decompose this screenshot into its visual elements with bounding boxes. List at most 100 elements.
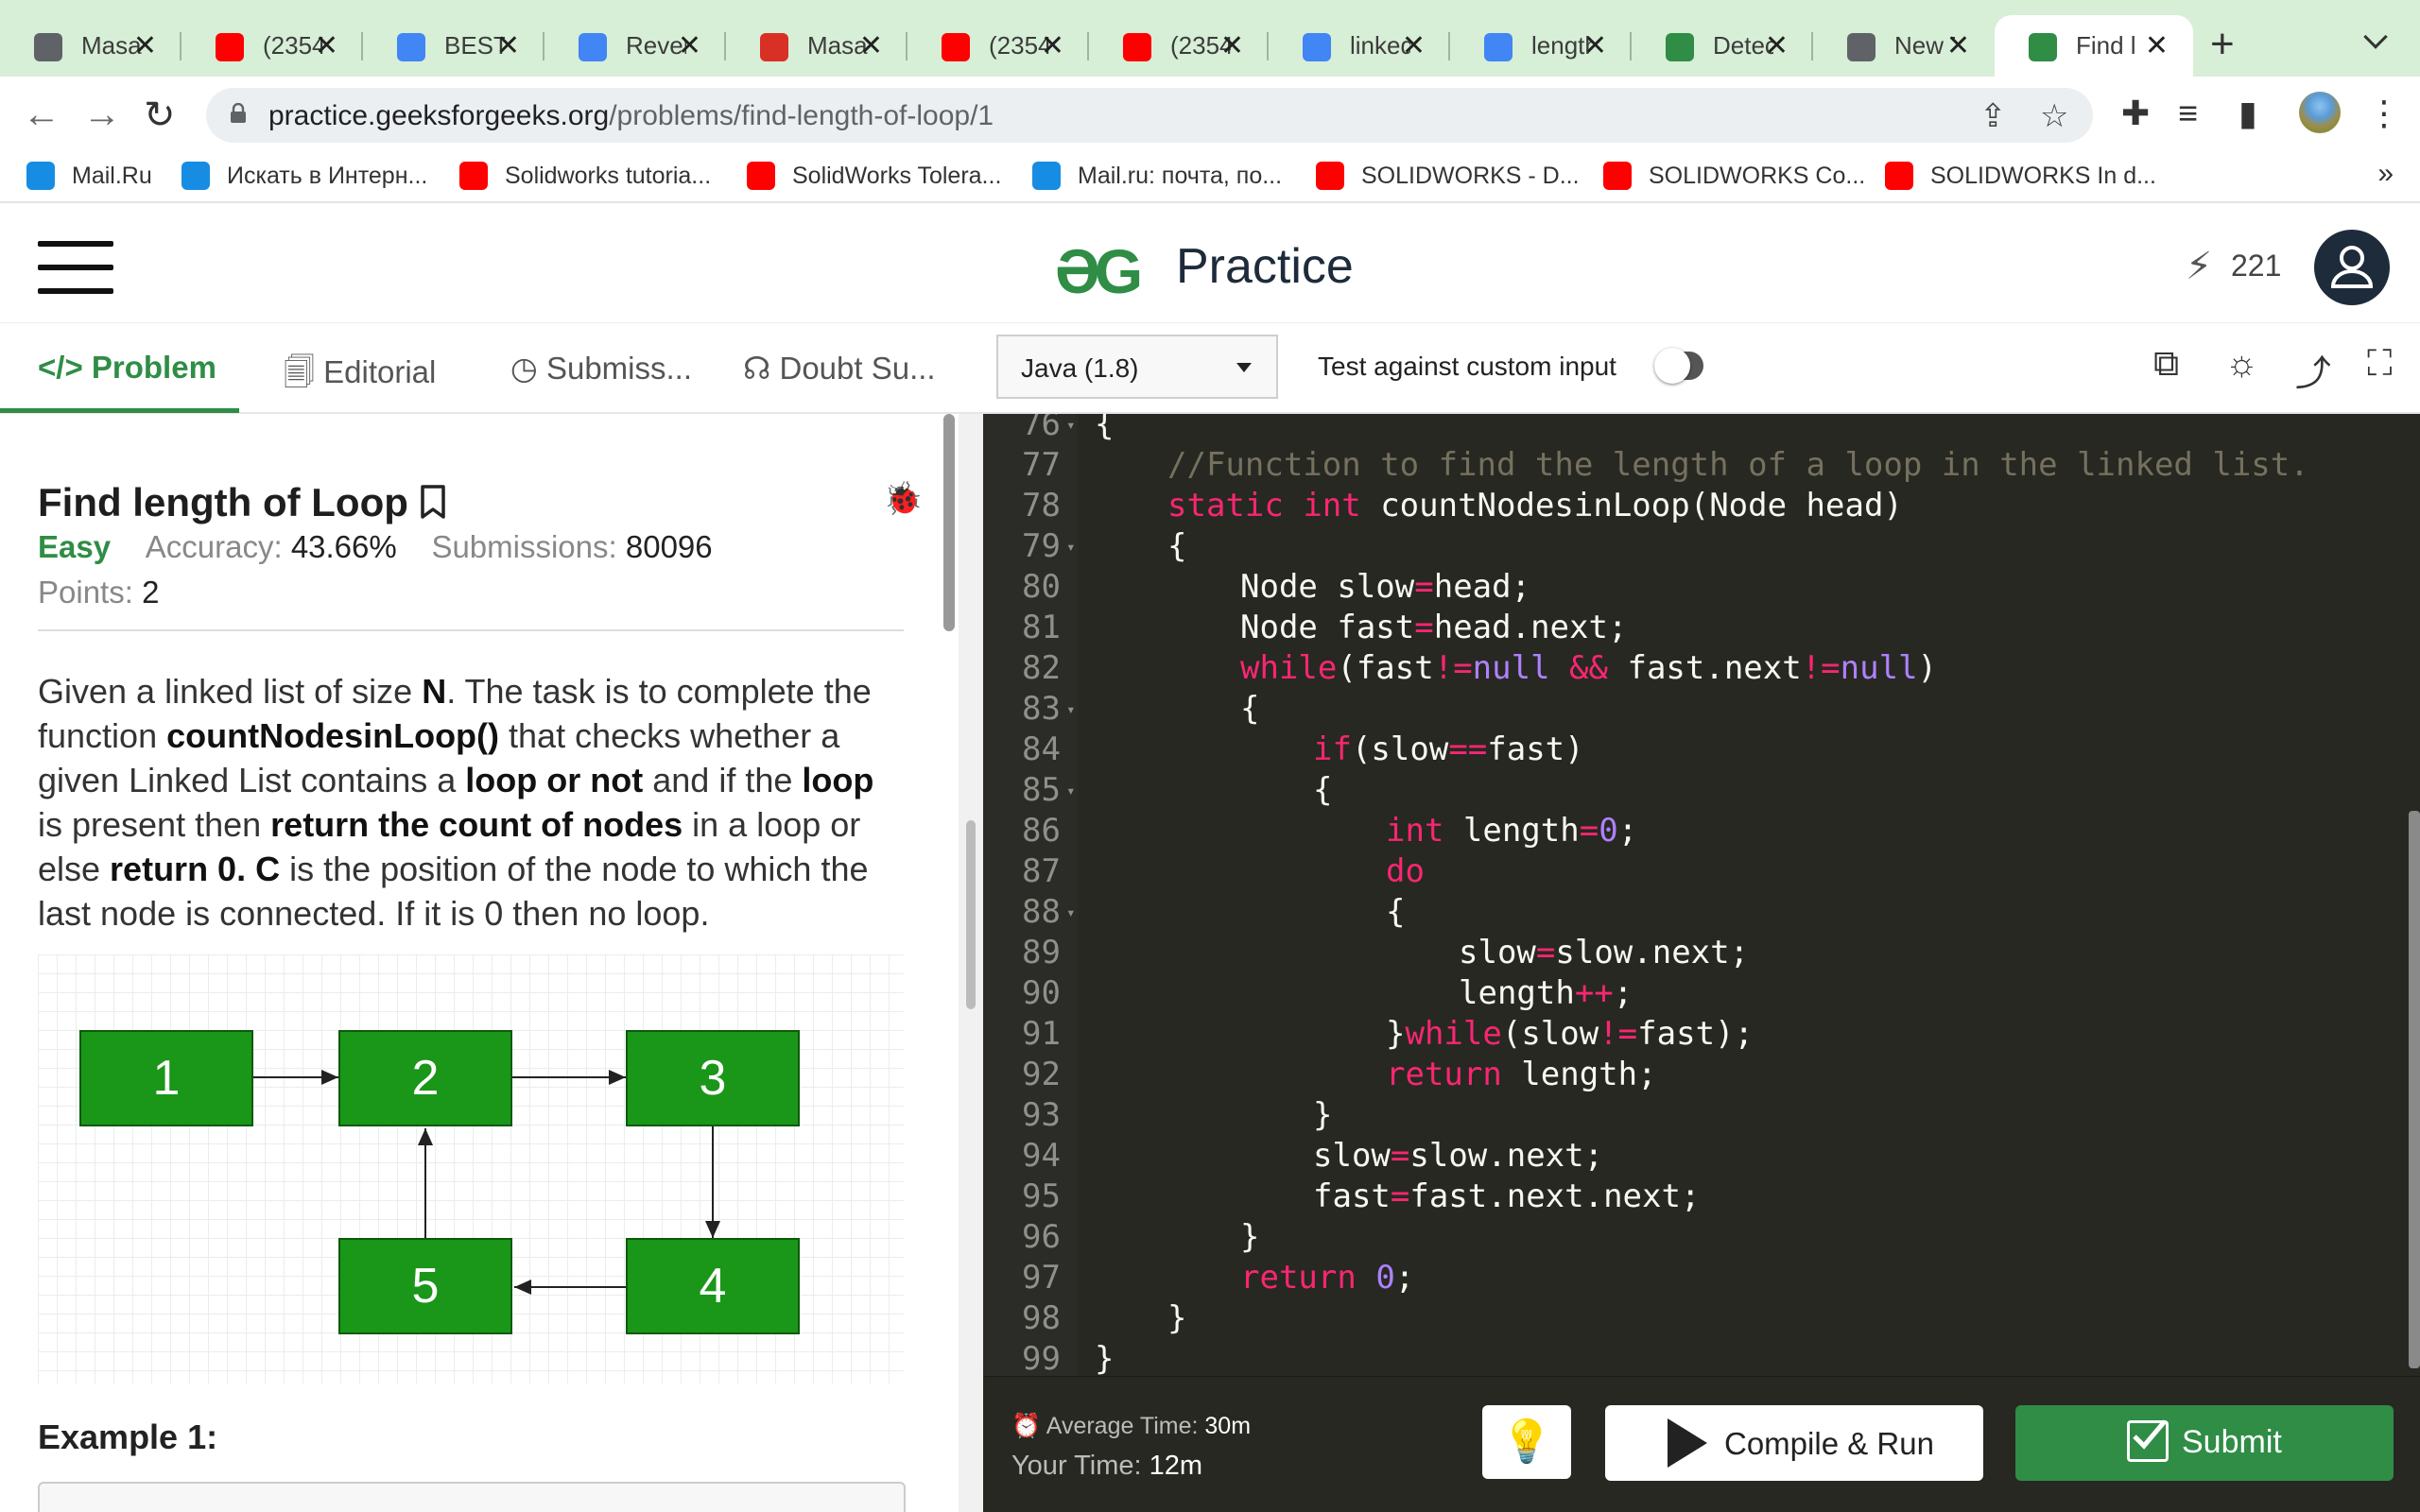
bookmark-star-icon[interactable]: ☆ <box>2040 97 2068 135</box>
copy-icon[interactable]: ⧉ <box>2153 344 2179 385</box>
code-line[interactable]: 90 length++; <box>983 973 2420 1014</box>
close-tab-icon[interactable]: ✕ <box>1765 29 1789 62</box>
close-tab-icon[interactable]: ✕ <box>859 29 883 62</box>
close-tab-icon[interactable]: ✕ <box>678 29 701 62</box>
hamburger-menu-icon[interactable] <box>38 241 113 294</box>
browser-tab[interactable]: Rever ✕ <box>544 15 726 77</box>
browser-tab[interactable]: length ✕ <box>1450 15 1632 77</box>
browser-tab[interactable]: (2354 ✕ <box>182 15 363 77</box>
bookmark-item[interactable]: Solidworks tutoria... <box>459 162 711 190</box>
back-arrow-icon[interactable]: ← <box>23 94 60 136</box>
forward-arrow-icon[interactable]: → <box>83 94 121 136</box>
code-line[interactable]: 78 static int countNodesinLoop(Node head) <box>983 486 2420 526</box>
user-profile-icon[interactable] <box>2314 230 2390 305</box>
bookmark-item[interactable]: SOLIDWORKS - D... <box>1316 162 1580 190</box>
side-panel-icon[interactable]: ▮ <box>2238 94 2257 133</box>
browser-tab[interactable]: (2354 ✕ <box>908 15 1089 77</box>
code-line[interactable]: 97 return 0; <box>983 1258 2420 1298</box>
code-line[interactable]: 76 ▾ { <box>983 414 2420 445</box>
new-tab-button[interactable]: + <box>2210 21 2235 68</box>
bookmarks-overflow-button[interactable]: » <box>2377 158 2394 190</box>
code-line[interactable]: 89 slow=slow.next; <box>983 933 2420 973</box>
editor-scrollbar[interactable] <box>2409 811 2420 1368</box>
tab-problem[interactable]: </> Problem <box>38 350 216 386</box>
close-tab-icon[interactable]: ✕ <box>1220 29 1244 62</box>
code-line[interactable]: 81 Node fast=head.next; <box>983 608 2420 648</box>
close-tab-icon[interactable]: ✕ <box>2145 29 2169 62</box>
reload-icon[interactable]: ↻ <box>144 94 176 137</box>
code-line[interactable]: 91}while(slow!=fast); <box>983 1014 2420 1055</box>
code-editor[interactable]: 76 ▾{77//Function to find the length of a… <box>983 414 2420 1376</box>
code-line[interactable]: 87 do <box>983 851 2420 892</box>
code-line[interactable]: 92 return length; <box>983 1055 2420 1095</box>
code-line[interactable]: 94 slow=slow.next; <box>983 1136 2420 1177</box>
fold-arrow-icon[interactable]: ▾ <box>1066 689 1076 730</box>
tab-editorial[interactable]: 🗐 Editorial <box>284 350 436 403</box>
tab-search-chevron-icon[interactable] <box>2363 25 2388 49</box>
gfg-logo-icon[interactable]: ƏG <box>1055 235 1143 307</box>
code-text: static int countNodesinLoop(Node head) <box>1167 486 1903 526</box>
bookmark-item[interactable]: SolidWorks Tolera... <box>747 162 1001 190</box>
media-control-icon[interactable]: ≡ <box>2178 94 2198 133</box>
code-line[interactable]: 99} <box>983 1339 2420 1376</box>
browser-tab[interactable]: Masal ✕ <box>726 15 908 77</box>
code-line[interactable]: 79 ▾ { <box>983 526 2420 567</box>
browser-tab[interactable]: Find l ✕ <box>1995 15 2193 77</box>
browser-tab[interactable]: (2354 ✕ <box>1089 15 1269 77</box>
hint-lightbulb-button[interactable]: 💡 <box>1482 1405 1571 1479</box>
code-line[interactable]: 93} <box>983 1095 2420 1136</box>
close-tab-icon[interactable]: ✕ <box>1583 29 1607 62</box>
browser-tab[interactable]: New T✕ <box>1813 15 1995 77</box>
profile-avatar[interactable] <box>2299 92 2341 133</box>
close-tab-icon[interactable]: ✕ <box>133 29 157 62</box>
fold-arrow-icon[interactable]: ▾ <box>1066 770 1076 811</box>
browser-tab[interactable]: Detec ✕ <box>1632 15 1813 77</box>
code-line[interactable]: 83 ▾ { <box>983 689 2420 730</box>
browser-tab[interactable]: BEST ✕ <box>363 15 544 77</box>
report-bug-icon[interactable]: 🐞 <box>883 480 923 518</box>
extensions-puzzle-icon[interactable]: ✚ <box>2121 94 2150 133</box>
kebab-menu-icon[interactable]: ⋮ <box>2367 94 2401 133</box>
close-tab-icon[interactable]: ✕ <box>315 29 338 62</box>
address-bar[interactable]: practice.geeksforgeeks.org/problems/find… <box>206 88 2093 143</box>
fullscreen-icon[interactable]: ⛶ <box>2367 344 2393 385</box>
bookmark-favicon-icon <box>1885 162 1913 190</box>
code-line[interactable]: 80 Node slow=head; <box>983 567 2420 608</box>
code-line[interactable]: 96} <box>983 1217 2420 1258</box>
code-line[interactable]: 82 while(fast!=null && fast.next!=null) <box>983 648 2420 689</box>
logo-text[interactable]: Practice <box>1176 238 1354 295</box>
language-select[interactable]: Java (1.8) <box>996 335 1278 399</box>
custom-input-toggle[interactable] <box>1654 348 1703 384</box>
bookmark-item[interactable]: SOLIDWORKS Co... <box>1603 162 1865 190</box>
close-tab-icon[interactable]: ✕ <box>1946 29 1970 62</box>
browser-tab[interactable]: linked ✕ <box>1269 15 1450 77</box>
bookmark-item[interactable]: Mail.ru: почта, по... <box>1032 162 1282 190</box>
theme-sun-icon[interactable]: ☼ <box>2225 344 2258 385</box>
share-icon[interactable]: ⇪ <box>1979 97 2007 135</box>
code-line[interactable]: 84 if(slow==fast) <box>983 730 2420 770</box>
browser-tab[interactable]: Masal ✕ <box>0 15 182 77</box>
code-line[interactable]: 85 ▾ { <box>983 770 2420 811</box>
close-tab-icon[interactable]: ✕ <box>1041 29 1064 62</box>
code-line[interactable]: 77 //Function to find the length of a loo… <box>983 445 2420 486</box>
problem-pane-scrollbar[interactable] <box>943 414 955 631</box>
compile-run-button[interactable]: Compile & Run <box>1605 1405 1983 1481</box>
code-line[interactable]: 95 fast=fast.next.next; <box>983 1177 2420 1217</box>
code-line[interactable]: 86 int length=0; <box>983 811 2420 851</box>
bookmark-item[interactable]: Mail.Ru <box>26 162 152 190</box>
close-tab-icon[interactable]: ✕ <box>496 29 520 62</box>
tab-submissions[interactable]: ◷ Submiss... <box>510 350 692 387</box>
fold-arrow-icon[interactable]: ▾ <box>1066 526 1076 567</box>
code-line[interactable]: 98} <box>983 1298 2420 1339</box>
fold-arrow-icon[interactable]: ▾ <box>1066 414 1076 445</box>
reset-code-icon[interactable]: ⤴ <box>2295 344 2331 396</box>
pane-splitter[interactable] <box>959 414 983 1512</box>
bookmark-icon[interactable] <box>420 484 446 520</box>
bookmark-item[interactable]: SOLIDWORKS In d... <box>1885 162 2156 190</box>
code-line[interactable]: 88 ▾ { <box>983 892 2420 933</box>
submit-button[interactable]: Submit <box>2015 1405 2394 1481</box>
close-tab-icon[interactable]: ✕ <box>1402 29 1426 62</box>
bookmark-item[interactable]: Искать в Интерн... <box>182 162 427 190</box>
tab-doubt-support[interactable]: ☊ Doubt Su... <box>743 350 936 387</box>
fold-arrow-icon[interactable]: ▾ <box>1066 892 1076 933</box>
